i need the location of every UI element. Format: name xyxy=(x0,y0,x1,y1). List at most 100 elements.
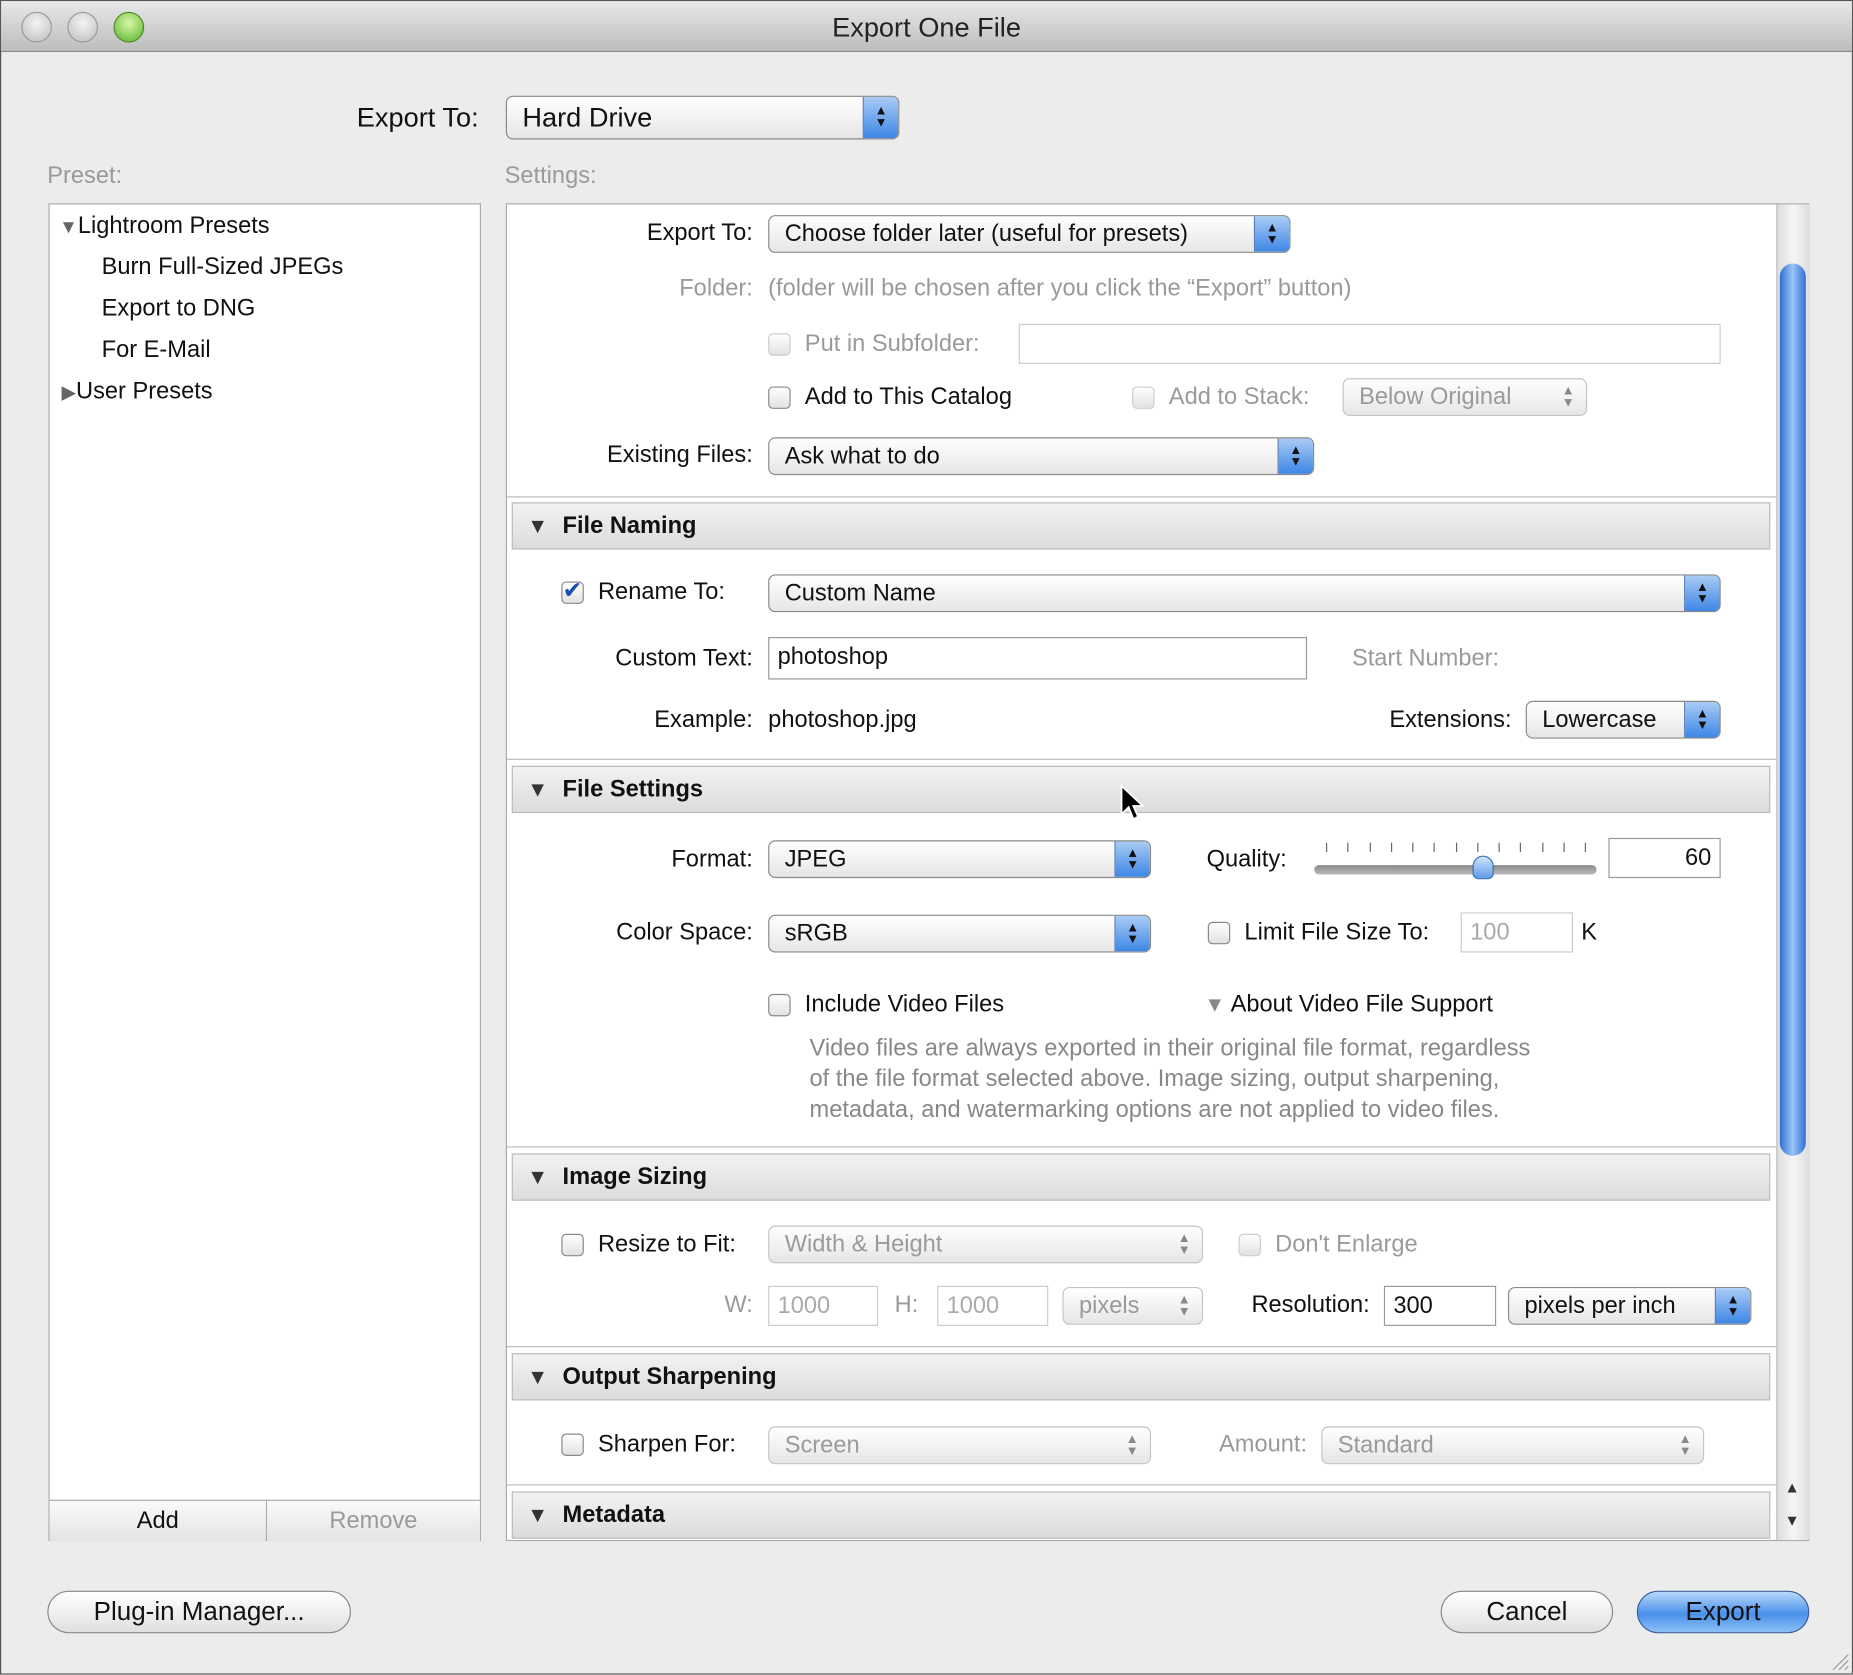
scroll-up-icon[interactable]: ▲ xyxy=(1785,1478,1800,1496)
slider-tick xyxy=(1390,842,1392,853)
about-video-toggle[interactable]: ▼ About Video File Support xyxy=(1204,992,1493,1019)
sharpen-label: Sharpen For: xyxy=(597,1431,736,1458)
limit-size-checkbox[interactable] xyxy=(1207,921,1231,945)
folder-label: Folder: xyxy=(679,275,753,302)
preset-folder-user[interactable]: ▶User Presets xyxy=(61,378,212,405)
section-title: Metadata xyxy=(562,1502,666,1529)
section-file-naming[interactable]: ▼ File Naming xyxy=(511,502,1771,550)
limit-size-unit: K xyxy=(1581,919,1598,946)
sharpen-checkbox[interactable] xyxy=(561,1433,584,1456)
export-dialog: Export One File Export To: Hard Drive ▲ ▼ … xyxy=(0,0,1853,1675)
remove-preset-button[interactable]: Remove xyxy=(267,1499,480,1542)
slider-tick xyxy=(1520,842,1522,853)
select-value: Choose folder later (useful for presets) xyxy=(784,220,1189,247)
cancel-button[interactable]: Cancel xyxy=(1440,1590,1614,1634)
updown-icon: ▲ ▼ xyxy=(1125,1432,1139,1459)
resolution-unit-select[interactable]: pixels per inch ▲ ▼ xyxy=(1507,1286,1752,1325)
dont-enlarge-checkbox[interactable] xyxy=(1238,1233,1261,1257)
updown-icon: ▲ ▼ xyxy=(1678,1432,1692,1459)
mouse-cursor-icon xyxy=(1120,783,1146,821)
preset-folder-lightroom[interactable]: ▼Lightroom Presets xyxy=(59,213,270,240)
preset-item[interactable]: Export to DNG xyxy=(102,295,256,322)
format-select[interactable]: JPEG ▲ ▼ xyxy=(768,840,1152,879)
divider xyxy=(506,1146,1777,1148)
scrollbar[interactable]: ▲ ▼ xyxy=(1776,204,1810,1540)
updown-icon: ▲ ▼ xyxy=(862,96,899,139)
preset-list: ▼Lightroom Presets Burn Full-Sized JPEGs… xyxy=(48,203,481,1542)
resize-checkbox[interactable] xyxy=(561,1233,584,1257)
limit-size-label: Limit File Size To: xyxy=(1244,919,1430,946)
include-video-checkbox[interactable] xyxy=(768,993,791,1017)
slider-tick xyxy=(1541,842,1543,853)
divider xyxy=(506,496,1777,498)
color-space-select[interactable]: sRGB ▲ ▼ xyxy=(768,914,1152,953)
select-value: Custom Name xyxy=(784,580,936,607)
sharpen-select[interactable]: Screen ▲ ▼ xyxy=(768,1426,1152,1465)
about-video-label: About Video File Support xyxy=(1230,991,1493,1018)
section-output-sharpening[interactable]: ▼ Output Sharpening xyxy=(511,1353,1771,1401)
quality-input[interactable]: 60 xyxy=(1608,837,1721,879)
divider xyxy=(506,758,1777,760)
size-unit-select[interactable]: pixels ▲ ▼ xyxy=(1062,1286,1204,1325)
subfolder-checkbox[interactable] xyxy=(768,333,791,356)
custom-text-input[interactable]: photoshop xyxy=(768,636,1308,680)
extensions-select[interactable]: Lowercase ▲ ▼ xyxy=(1525,700,1721,739)
location-export-to-select[interactable]: Choose folder later (useful for presets)… xyxy=(768,215,1291,253)
preset-item[interactable]: Burn Full-Sized JPEGs xyxy=(102,254,344,281)
add-preset-button[interactable]: Add xyxy=(49,1499,268,1542)
resolution-label: Resolution: xyxy=(1251,1291,1370,1318)
existing-files-select[interactable]: Ask what to do ▲ ▼ xyxy=(768,437,1315,476)
updown-icon: ▲ ▼ xyxy=(1561,384,1575,411)
select-value: Width & Height xyxy=(784,1231,943,1258)
slider-tick xyxy=(1563,842,1565,853)
slider-tick xyxy=(1347,842,1349,853)
amount-select[interactable]: Standard ▲ ▼ xyxy=(1321,1426,1705,1465)
dont-enlarge-label: Don't Enlarge xyxy=(1275,1231,1418,1258)
add-stack-checkbox[interactable] xyxy=(1132,386,1155,409)
resize-select[interactable]: Width & Height ▲ ▼ xyxy=(768,1225,1204,1264)
divider xyxy=(506,1484,1777,1486)
width-label: W: xyxy=(724,1291,753,1318)
subfolder-label: Put in Subfolder: xyxy=(804,330,980,357)
slider-thumb[interactable] xyxy=(1472,855,1495,880)
section-metadata[interactable]: ▼ Metadata xyxy=(511,1491,1771,1539)
subfolder-input[interactable] xyxy=(1018,323,1721,364)
scroll-down-icon[interactable]: ▼ xyxy=(1785,1512,1800,1530)
select-value: Lowercase xyxy=(1542,706,1657,733)
slider-tick xyxy=(1412,842,1414,853)
scrollbar-thumb[interactable] xyxy=(1779,263,1806,1156)
select-value: Ask what to do xyxy=(784,443,940,470)
add-catalog-checkbox[interactable] xyxy=(768,386,791,409)
height-input[interactable]: 1000 xyxy=(937,1285,1049,1326)
rename-checkbox[interactable]: ✔ xyxy=(561,579,584,604)
divider xyxy=(506,1346,1777,1348)
preset-item[interactable]: For E-Mail xyxy=(102,337,211,364)
add-stack-label: Add to Stack: xyxy=(1168,384,1310,411)
updown-icon: ▲ ▼ xyxy=(1277,438,1313,474)
plugin-manager-button[interactable]: Plug-in Manager... xyxy=(47,1590,351,1634)
quality-slider[interactable] xyxy=(1314,840,1597,880)
updown-icon: ▲ ▼ xyxy=(1114,841,1150,877)
slider-tick xyxy=(1455,842,1457,853)
disclosure-closed-icon: ▶ xyxy=(61,382,77,403)
slider-tick xyxy=(1325,842,1328,853)
select-value: Below Original xyxy=(1359,384,1512,411)
resolution-input[interactable]: 300 xyxy=(1383,1285,1497,1326)
example-value: photoshop.jpg xyxy=(768,706,917,733)
resize-grip-icon[interactable] xyxy=(1828,1650,1849,1671)
export-button[interactable]: Export xyxy=(1636,1590,1810,1634)
disclosure-open-icon: ▼ xyxy=(527,514,549,538)
export-to-select[interactable]: Hard Drive ▲ ▼ xyxy=(505,95,900,140)
rename-select[interactable]: Custom Name ▲ ▼ xyxy=(768,574,1721,613)
disclosure-open-icon: ▼ xyxy=(527,1503,549,1527)
height-label: H: xyxy=(894,1291,919,1318)
section-image-sizing[interactable]: ▼ Image Sizing xyxy=(511,1153,1771,1201)
stack-select[interactable]: Below Original ▲ ▼ xyxy=(1342,378,1588,416)
disclosure-open-icon: ▼ xyxy=(527,777,549,802)
slider-tick xyxy=(1498,842,1500,853)
section-title: File Naming xyxy=(562,512,697,539)
updown-icon: ▲ ▼ xyxy=(1684,701,1720,738)
limit-size-input[interactable]: 100 xyxy=(1460,912,1573,953)
format-label: Format: xyxy=(671,846,753,873)
width-input[interactable]: 1000 xyxy=(768,1285,879,1326)
